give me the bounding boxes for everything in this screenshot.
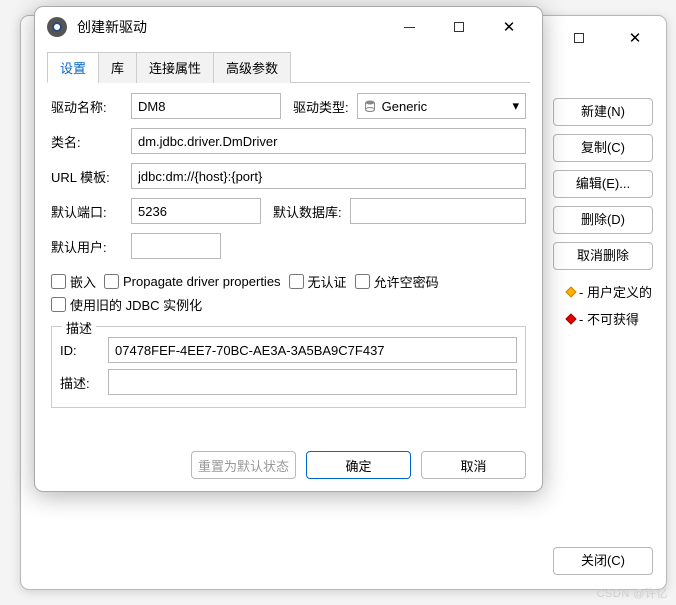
- default-user-input[interactable]: [131, 233, 221, 259]
- dlg-minimize-button[interactable]: [396, 14, 422, 40]
- bg-maximize-button[interactable]: [566, 25, 592, 51]
- id-label: ID:: [60, 343, 100, 358]
- old-jdbc-checkbox[interactable]: 使用旧的 JDBC 实例化: [51, 295, 202, 314]
- noauth-checkbox[interactable]: 无认证: [289, 272, 347, 291]
- app-icon: [47, 17, 67, 37]
- empty-password-checkbox[interactable]: 允许空密码: [355, 272, 439, 291]
- driver-name-label: 驱动名称:: [51, 97, 123, 116]
- dlg-close-button[interactable]: ✕: [496, 14, 522, 40]
- url-template-label: URL 模板:: [51, 167, 123, 186]
- legend-user-defined: - 用户定义的: [567, 282, 652, 301]
- id-input[interactable]: [108, 337, 517, 363]
- legend-unavailable: - 不可获得: [567, 309, 652, 328]
- dlg-maximize-button[interactable]: [446, 14, 472, 40]
- ok-button[interactable]: 确定: [306, 451, 411, 479]
- class-name-label: 类名:: [51, 132, 123, 151]
- tab-settings[interactable]: 设置: [47, 52, 99, 83]
- database-icon: [364, 100, 376, 112]
- chevron-down-icon: ▾: [512, 98, 519, 114]
- dialog-title: 创建新驱动: [77, 17, 396, 37]
- watermark: CSDN @许忆: [597, 585, 668, 601]
- description-group-label: 描述: [62, 318, 96, 337]
- description-input[interactable]: [108, 369, 517, 395]
- copy-button[interactable]: 复制(C): [553, 134, 653, 162]
- driver-type-select[interactable]: Generic ▾: [357, 93, 526, 119]
- tab-library[interactable]: 库: [98, 52, 137, 83]
- tab-advanced[interactable]: 高级参数: [213, 52, 291, 83]
- close-button[interactable]: 关闭(C): [553, 547, 653, 575]
- reset-button: 重置为默认状态: [191, 451, 296, 479]
- propagate-checkbox[interactable]: Propagate driver properties: [104, 272, 281, 291]
- default-port-input[interactable]: [131, 198, 261, 224]
- new-button[interactable]: 新建(N): [553, 98, 653, 126]
- default-db-input[interactable]: [350, 198, 526, 224]
- bg-close-button[interactable]: ✕: [622, 25, 648, 51]
- edit-button[interactable]: 编辑(E)...: [553, 170, 653, 198]
- embed-checkbox[interactable]: 嵌入: [51, 272, 96, 291]
- driver-type-label: 驱动类型:: [293, 97, 349, 116]
- default-port-label: 默认端口:: [51, 202, 123, 221]
- default-user-label: 默认用户:: [51, 237, 123, 256]
- url-template-input[interactable]: [131, 163, 526, 189]
- delete-button[interactable]: 删除(D): [553, 206, 653, 234]
- class-name-input[interactable]: [131, 128, 526, 154]
- diamond-icon: [565, 313, 576, 324]
- create-driver-dialog: 创建新驱动 ✕ 设置 库 连接属性 高级参数 驱动名称: 驱动类型: Gener…: [34, 6, 543, 492]
- cancel-button[interactable]: 取消: [421, 451, 526, 479]
- default-db-label: 默认数据库:: [273, 202, 342, 221]
- tab-connection[interactable]: 连接属性: [136, 52, 214, 83]
- driver-name-input[interactable]: [131, 93, 281, 119]
- description-label: 描述:: [60, 373, 100, 392]
- undo-delete-button[interactable]: 取消删除: [553, 242, 653, 270]
- diamond-icon: [565, 286, 576, 297]
